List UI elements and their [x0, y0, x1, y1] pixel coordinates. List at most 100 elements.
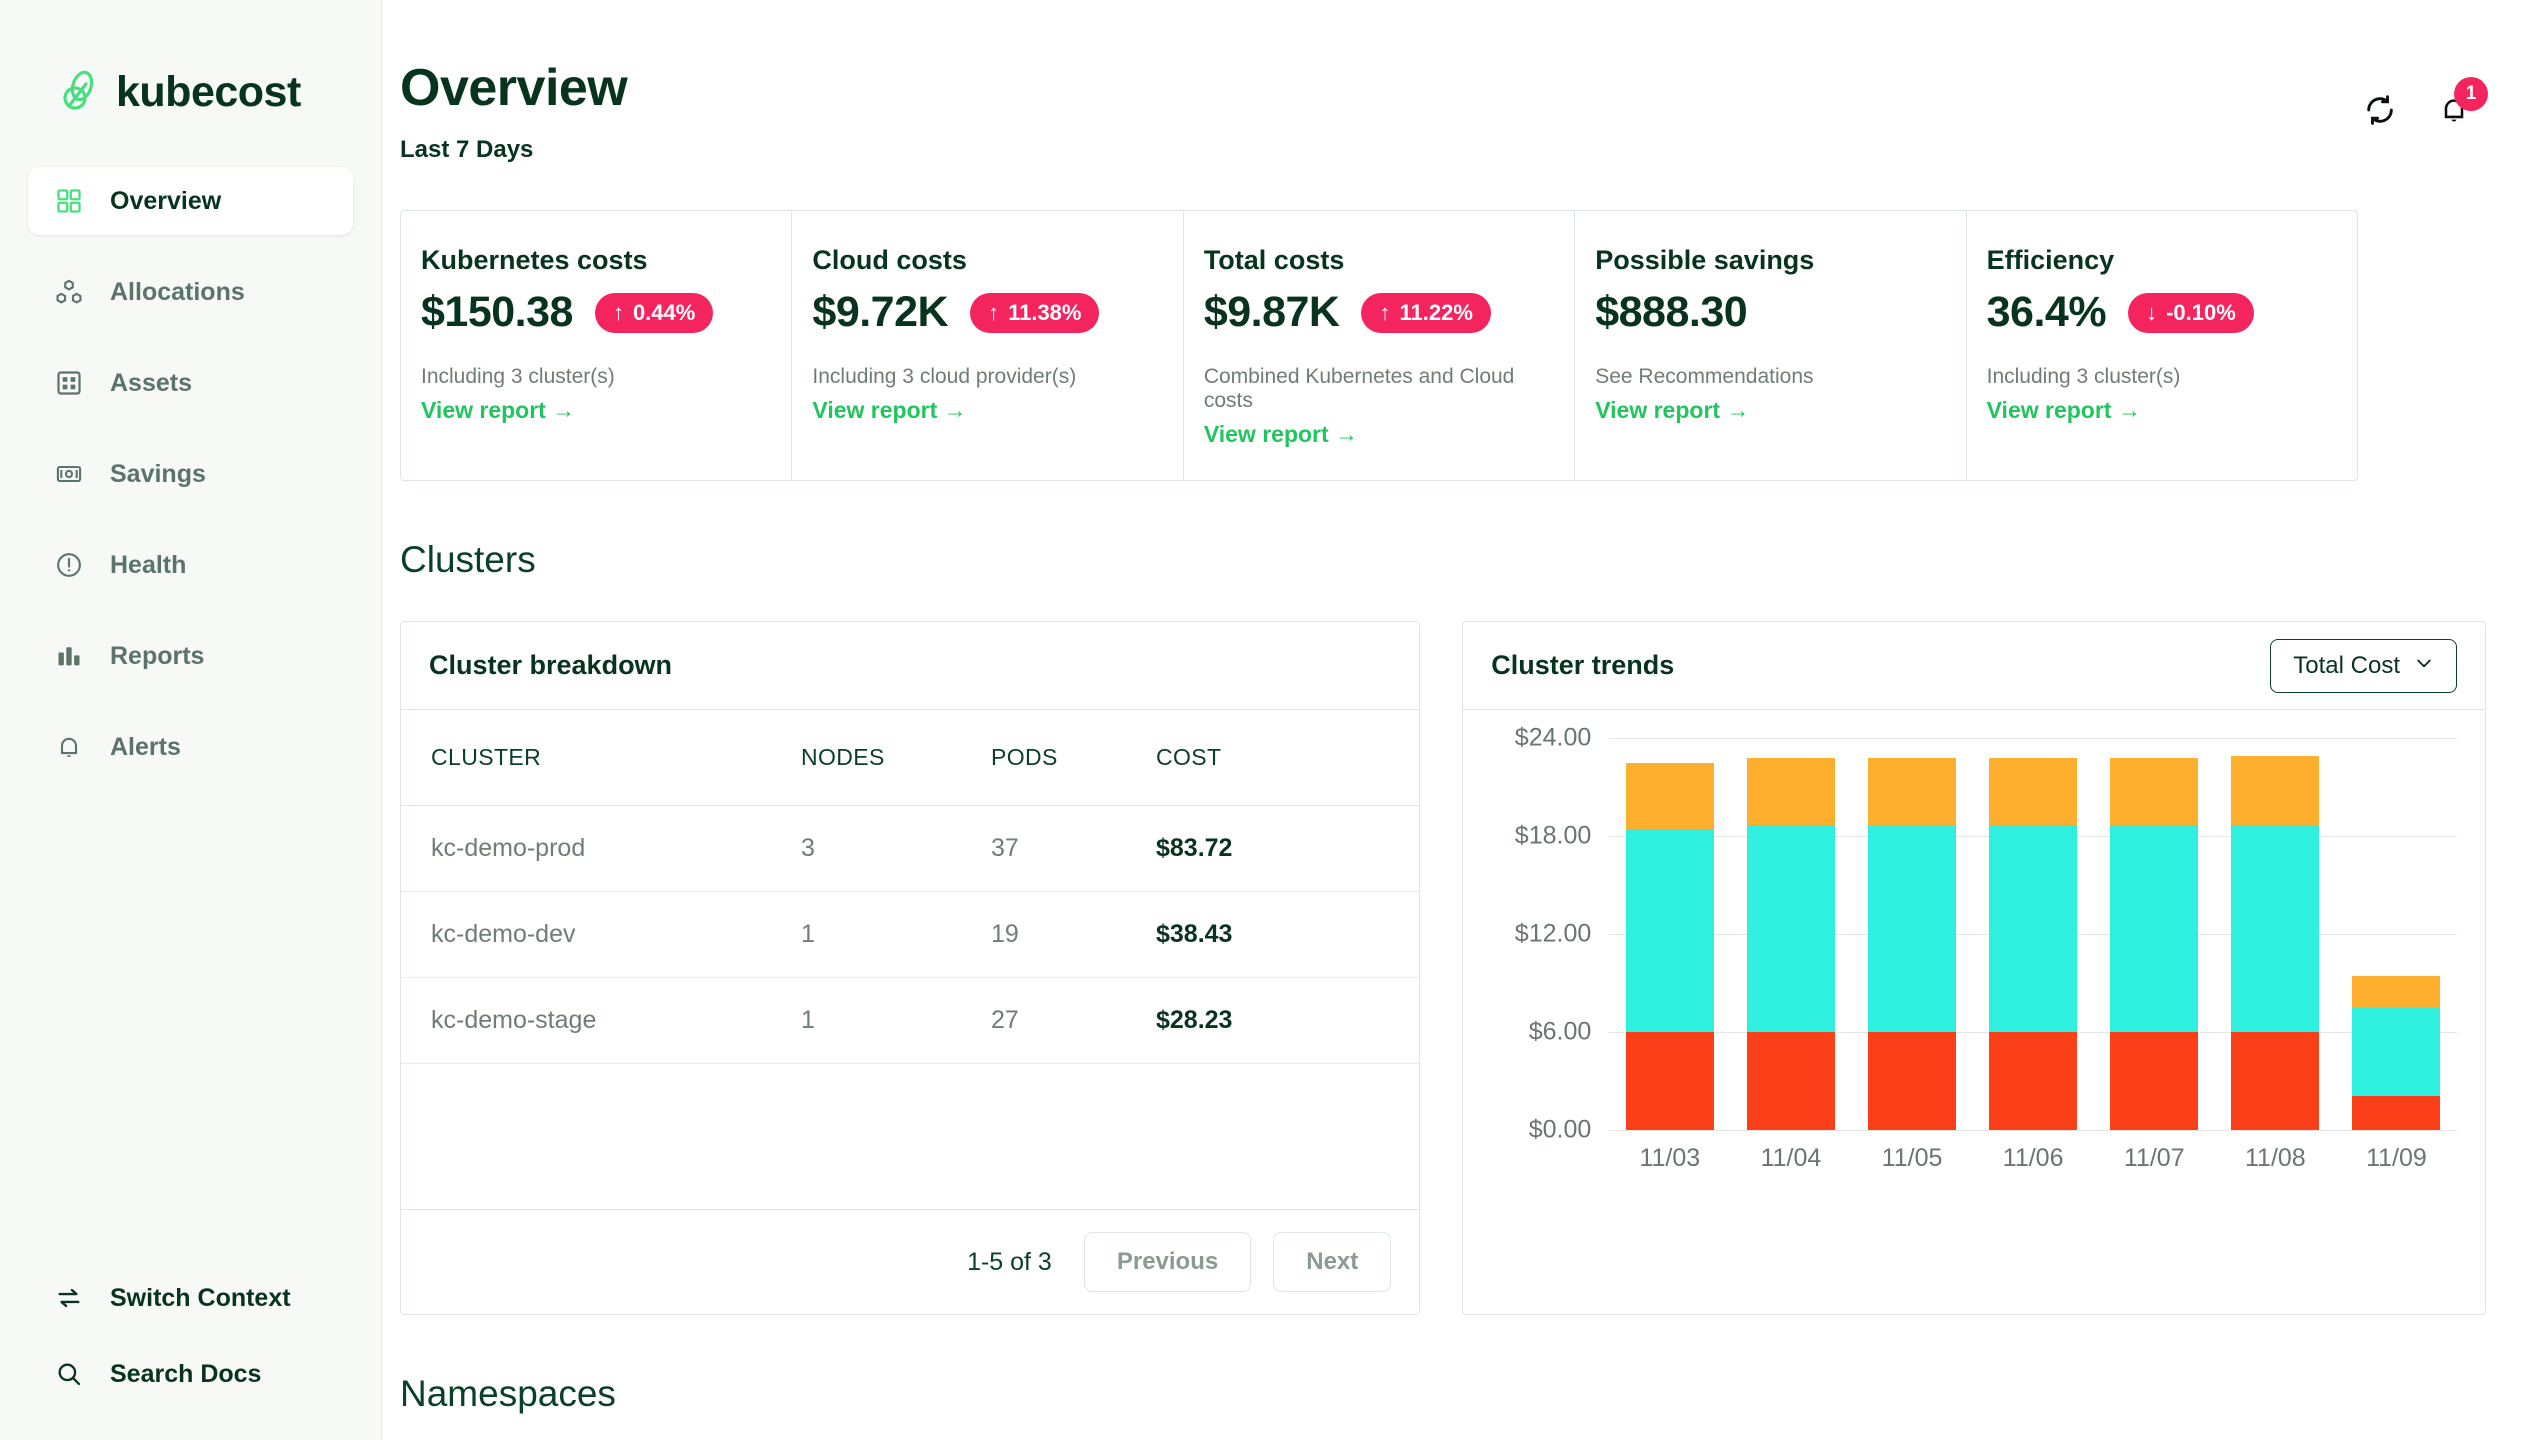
- brand-logo[interactable]: kubecost: [0, 0, 381, 117]
- kpi-note: Including 3 cluster(s): [421, 365, 753, 389]
- kpi-title: Cloud costs: [812, 245, 1144, 276]
- chart-gridline: [1609, 1130, 2457, 1131]
- clusters-cards-row: Cluster breakdown CLUSTER NODES PODS COS…: [400, 621, 2486, 1315]
- notifications-button[interactable]: 1: [2434, 92, 2474, 132]
- sidebar-item-label: Assets: [110, 369, 192, 398]
- table-row[interactable]: kc-demo-stage 1 27 $28.23: [401, 978, 1419, 1064]
- cell-cluster: kc-demo-stage: [401, 978, 801, 1064]
- chart-bar-segment: [1747, 758, 1835, 825]
- chart-bar-segment: [1747, 1032, 1835, 1130]
- cell-cluster: kc-demo-dev: [401, 892, 801, 978]
- arrow-down-icon: ↓: [2146, 302, 2157, 324]
- cell-cost: $38.43: [1156, 892, 1419, 978]
- kpi-value: $9.72K: [812, 288, 948, 337]
- sidebar-bottom-actions: Switch Context Search Docs: [0, 1260, 381, 1440]
- chart-stacked-bar[interactable]: [2110, 758, 2198, 1130]
- sidebar-item-health[interactable]: Health: [28, 531, 353, 599]
- kpi-view-report-link[interactable]: View report →: [812, 397, 1144, 424]
- main-content: Overview Last 7 Days: [382, 0, 2534, 1440]
- chart-bar-slot: [1973, 738, 2094, 1130]
- sidebar: kubecost Overview: [0, 0, 382, 1440]
- kpi-value: $9.87K: [1204, 288, 1340, 337]
- kpi-card-possible-savings: Possible savings $888.30 See Recommendat…: [1575, 211, 1966, 480]
- sidebar-item-label: Overview: [110, 187, 221, 216]
- column-header-nodes[interactable]: NODES: [801, 710, 991, 806]
- cluster-trends-header: Cluster trends Total Cost: [1463, 622, 2485, 710]
- search-icon: [54, 1359, 84, 1389]
- page-title: Overview: [400, 62, 2360, 114]
- switch-context-button[interactable]: Switch Context: [28, 1260, 353, 1336]
- kpi-card-total-costs: Total costs $9.87K ↑ 11.22% Combined Kub…: [1184, 211, 1575, 480]
- card-title: Cluster trends: [1491, 650, 2270, 681]
- chart-x-axis-label: 11/09: [2336, 1144, 2457, 1173]
- cell-nodes: 1: [801, 978, 991, 1064]
- chart-bar-slot: [1851, 738, 1972, 1130]
- refresh-button[interactable]: [2360, 92, 2400, 132]
- kpi-view-report-link[interactable]: View report →: [1204, 421, 1536, 448]
- chart-stacked-bar[interactable]: [1626, 763, 1714, 1130]
- chart-y-axis-label: $6.00: [1529, 1018, 1592, 1047]
- next-page-button[interactable]: Next: [1273, 1232, 1391, 1292]
- cell-pods: 27: [991, 978, 1156, 1064]
- sidebar-item-overview[interactable]: Overview: [28, 167, 353, 235]
- kpi-delta-value: 11.38%: [1008, 300, 1081, 326]
- kpi-link-label: View report: [1595, 397, 1720, 423]
- sidebar-item-assets[interactable]: Assets: [28, 349, 353, 417]
- chart-stacked-bar[interactable]: [1868, 758, 1956, 1130]
- cell-cost: $28.23: [1156, 978, 1419, 1064]
- chart-stacked-bar[interactable]: [2231, 756, 2319, 1130]
- table-row[interactable]: kc-demo-dev 1 19 $38.43: [401, 892, 1419, 978]
- kpi-card-kubernetes-costs: Kubernetes costs $150.38 ↑ 0.44% Includi…: [401, 211, 792, 480]
- kpi-note: Combined Kubernetes and Cloud costs: [1204, 365, 1536, 413]
- previous-page-button[interactable]: Previous: [1084, 1232, 1251, 1292]
- chart-y-axis-label: $24.00: [1515, 724, 1591, 753]
- cluster-breakdown-pagination: 1-5 of 3 Previous Next: [401, 1209, 1419, 1314]
- chart-stacked-bar[interactable]: [1747, 758, 1835, 1130]
- chart-plot-area: $0.00$6.00$12.00$18.00$24.00: [1609, 738, 2457, 1130]
- sidebar-item-alerts[interactable]: Alerts: [28, 713, 353, 781]
- sidebar-item-savings[interactable]: Savings: [28, 440, 353, 508]
- table-icon: [54, 368, 84, 398]
- sidebar-item-reports[interactable]: Reports: [28, 622, 353, 690]
- chart-y-axis-label: $12.00: [1515, 920, 1591, 949]
- column-header-cost[interactable]: COST: [1156, 710, 1419, 806]
- cell-pods: 37: [991, 806, 1156, 892]
- chart-bar-segment: [2110, 758, 2198, 825]
- chart-stacked-bar[interactable]: [1989, 758, 2077, 1130]
- sidebar-item-label: Health: [110, 551, 186, 580]
- chart-bar-segment: [1868, 825, 1956, 1032]
- sidebar-item-label: Allocations: [110, 278, 245, 307]
- nodes-icon: [54, 277, 84, 307]
- chart-bar-slot: [1730, 738, 1851, 1130]
- chart-bar-segment: [2110, 1032, 2198, 1130]
- kpi-view-report-link[interactable]: View report →: [421, 397, 753, 424]
- header-actions: 1: [2360, 62, 2486, 132]
- cell-pods: 19: [991, 892, 1156, 978]
- search-docs-button[interactable]: Search Docs: [28, 1336, 353, 1412]
- sidebar-item-allocations[interactable]: Allocations: [28, 258, 353, 326]
- search-docs-label: Search Docs: [110, 1360, 261, 1389]
- table-header-row: CLUSTER NODES PODS COST: [401, 710, 1419, 806]
- kpi-note: Including 3 cluster(s): [1987, 365, 2319, 389]
- table-row[interactable]: kc-demo-prod 3 37 $83.72: [401, 806, 1419, 892]
- clusters-section-heading: Clusters: [400, 539, 2486, 581]
- kpi-delta-value: -0.10%: [2166, 300, 2236, 326]
- chart-stacked-bar[interactable]: [2352, 976, 2440, 1130]
- kpi-value: $888.30: [1595, 288, 1747, 337]
- chart-bar-segment: [2352, 1096, 2440, 1130]
- chart-bar-segment: [1989, 825, 2077, 1032]
- cluster-trends-metric-dropdown[interactable]: Total Cost: [2270, 639, 2457, 693]
- chart-bar-segment: [1868, 758, 1956, 825]
- arrow-up-icon: ↑: [1379, 302, 1390, 324]
- switch-context-label: Switch Context: [110, 1284, 291, 1313]
- kpi-title: Total costs: [1204, 245, 1536, 276]
- kpi-view-report-link[interactable]: View report →: [1987, 397, 2319, 424]
- chart-bar-segment: [2231, 756, 2319, 825]
- chart-bar-segment: [1626, 763, 1714, 830]
- cell-cluster: kc-demo-prod: [401, 806, 801, 892]
- column-header-pods[interactable]: PODS: [991, 710, 1156, 806]
- chart-bar-segment: [1626, 1032, 1714, 1130]
- chart-bar-segment: [2352, 976, 2440, 1007]
- column-header-cluster[interactable]: CLUSTER: [401, 710, 801, 806]
- kpi-view-report-link[interactable]: View report →: [1595, 397, 1927, 424]
